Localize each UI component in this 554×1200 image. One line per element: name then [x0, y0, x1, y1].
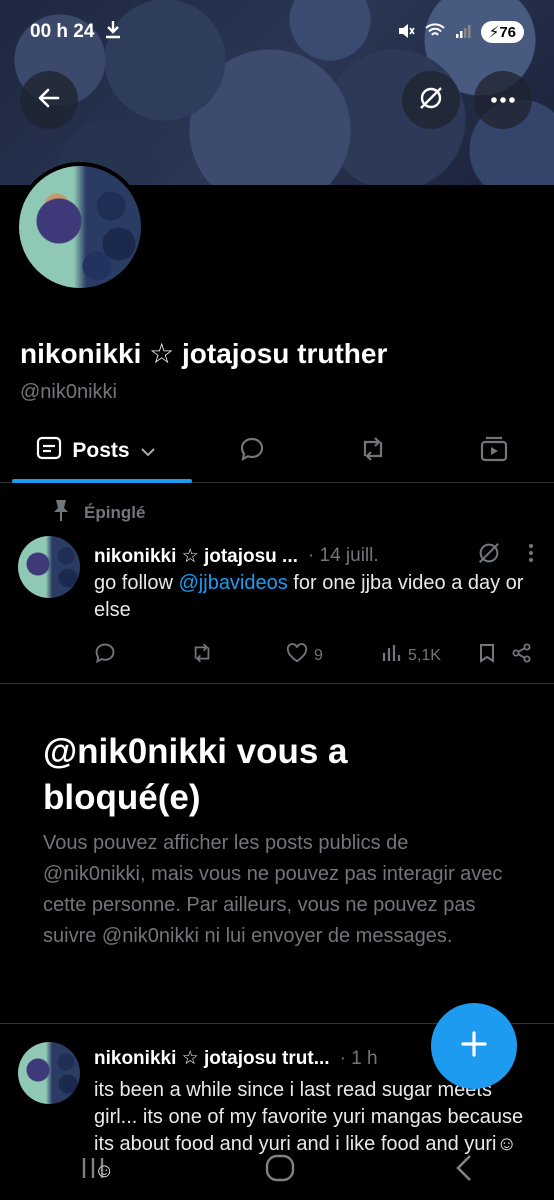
reply-button[interactable] [94, 642, 190, 669]
reposts-icon [358, 436, 388, 467]
repost-button[interactable] [190, 642, 286, 669]
profile-avatar[interactable] [15, 162, 145, 292]
views-count: 5,1K [408, 646, 441, 664]
heart-icon [286, 643, 308, 668]
like-button[interactable]: 9 [286, 643, 382, 668]
share-button[interactable] [512, 643, 532, 668]
bookmark-icon [478, 643, 496, 668]
mention-link[interactable]: @jjbavideos [179, 572, 288, 594]
download-icon [104, 19, 122, 45]
grok-button[interactable] [402, 71, 460, 129]
post-header: nikonikki ☆ jotajosu ... · 14 juill. [94, 540, 534, 572]
repost-icon [190, 642, 214, 669]
profile-avatar-image [19, 166, 141, 288]
share-icon [512, 643, 532, 668]
bookmark-button[interactable] [478, 643, 512, 668]
wifi-icon [425, 22, 445, 42]
plus-icon [458, 1028, 490, 1065]
tab-media[interactable] [433, 420, 554, 482]
profile-tabs: Posts [0, 420, 554, 483]
post-text: go follow @jjbavideos for one jjba video… [94, 570, 534, 624]
views-button[interactable]: 5,1K [382, 644, 478, 667]
post-text-start: go follow [94, 572, 179, 594]
more-options-button[interactable] [474, 71, 532, 129]
status-time: 00 h 24 [30, 21, 95, 42]
post-date: · 1 h [339, 1047, 378, 1069]
more-dots-icon [490, 91, 516, 109]
grok-icon [417, 84, 445, 117]
post-header: nikonikki ☆ jotajosu trut... · 1 h [94, 1047, 434, 1070]
replies-icon [239, 436, 265, 467]
recent-apps-icon[interactable] [79, 1155, 107, 1186]
profile-display-name: nikonikki ☆ jotajosu truther [20, 338, 388, 369]
like-count: 9 [314, 646, 323, 664]
posts-icon [36, 435, 62, 467]
tab-reposts[interactable] [313, 420, 434, 482]
system-navigation-bar [0, 1140, 554, 1200]
signal-icon [455, 23, 471, 42]
back-button[interactable] [20, 71, 78, 129]
views-icon [382, 644, 402, 667]
blocked-title: @nik0nikki vous a bloqué(e) [43, 732, 348, 817]
media-icon [480, 436, 508, 467]
compose-post-button[interactable] [431, 1003, 517, 1089]
battery-indicator: ⚡76 [480, 21, 524, 43]
avatar[interactable] [18, 536, 80, 598]
status-bar: 00 h 24 ⚡76 [0, 0, 554, 64]
blocked-message: Vous pouvez afficher les posts publics d… [43, 832, 503, 947]
post-date: · 14 juill. [307, 545, 379, 566]
tab-posts[interactable]: Posts [0, 420, 192, 483]
back-nav-icon[interactable] [453, 1153, 475, 1188]
pinned-label: Épinglé [84, 502, 146, 522]
tab-replies[interactable] [192, 420, 313, 482]
post-more-icon[interactable] [528, 543, 534, 569]
post-author[interactable]: nikonikki ☆ jotajosu ... [94, 545, 298, 568]
pin-icon [50, 498, 72, 527]
battery-level: 76 [499, 24, 516, 41]
mute-icon [397, 22, 415, 43]
post-author[interactable]: nikonikki ☆ jotajosu trut... [94, 1047, 330, 1070]
avatar[interactable] [18, 1042, 80, 1104]
pinned-indicator: Épinglé [50, 498, 145, 527]
divider [0, 683, 554, 684]
grok-icon[interactable] [476, 540, 502, 572]
tab-posts-label: Posts [72, 439, 130, 462]
chevron-down-icon [140, 439, 156, 463]
home-icon[interactable] [264, 1153, 296, 1188]
profile-handle: @nik0nikki [20, 381, 118, 403]
post-actions: 9 5,1K [94, 642, 534, 669]
back-arrow-icon [36, 85, 62, 116]
reply-icon [94, 642, 116, 669]
pinned-post[interactable]: nikonikki ☆ jotajosu ... · 14 juill. go … [0, 530, 554, 680]
